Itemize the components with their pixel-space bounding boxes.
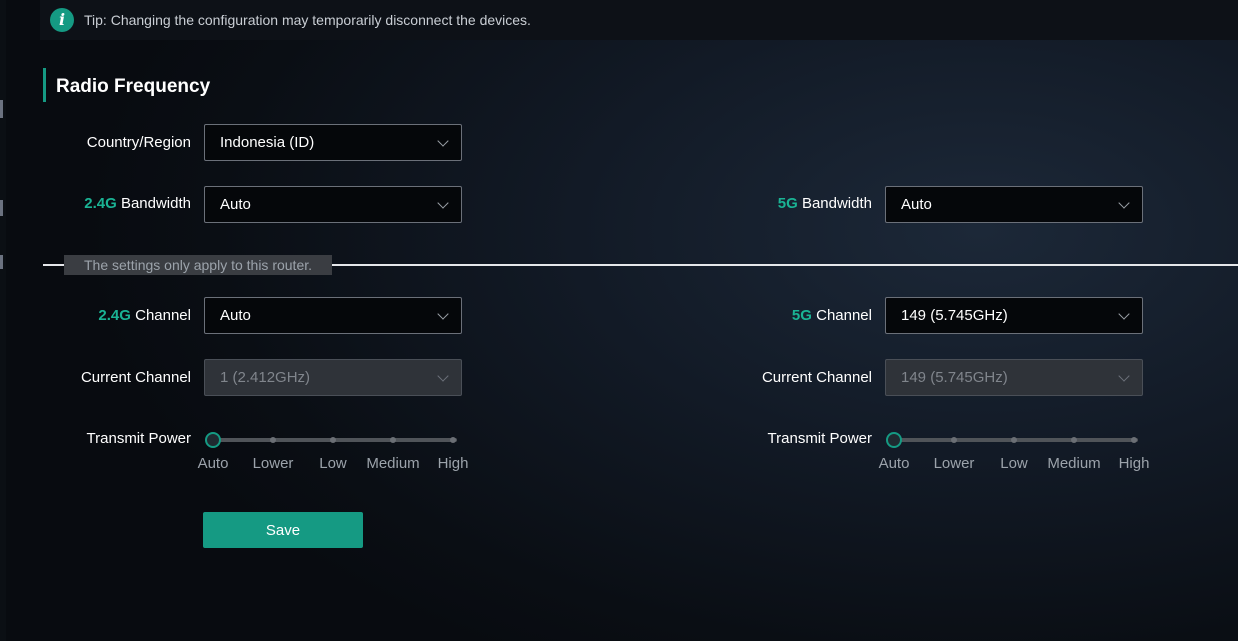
save-button[interactable]: Save (203, 512, 363, 548)
transmit-power-24g-slider[interactable]: Auto Lower Low Medium High (198, 428, 468, 472)
channel-5g-label: 5G Channel (791, 307, 872, 324)
slider-thumb[interactable] (886, 432, 902, 448)
slider-level-label: Lower (933, 455, 975, 472)
channel-24g-label: 2.4G Channel (98, 307, 191, 324)
slider-level-label: Low (319, 455, 347, 472)
slider-stop[interactable] (1011, 437, 1017, 443)
current-channel-24g-value: 1 (2.412GHz) (220, 369, 311, 386)
country-region-label: Country/Region (86, 134, 191, 151)
slider-level-label: Lower (252, 455, 294, 472)
current-channel-5g-select: 149 (5.745GHz) (885, 359, 1143, 396)
chevron-down-icon (437, 370, 449, 382)
chevron-down-icon (437, 135, 449, 147)
transmit-power-5g-label: Transmit Power (767, 430, 872, 447)
chevron-down-icon (437, 197, 449, 209)
tip-bar: i Tip: Changing the configuration may te… (40, 0, 1238, 40)
bandwidth-24g-value: Auto (220, 196, 251, 213)
tip-text: Tip: Changing the configuration may temp… (84, 12, 531, 28)
current-channel-5g-value: 149 (5.745GHz) (901, 369, 1008, 386)
current-channel-24g-label: Current Channel (80, 369, 191, 386)
bandwidth-5g-label: 5G Bandwidth (777, 195, 872, 212)
country-region-value: Indonesia (ID) (220, 134, 315, 151)
country-region-select[interactable]: Indonesia (ID) (204, 124, 462, 161)
current-channel-24g-select: 1 (2.412GHz) (204, 359, 462, 396)
slider-level-label: Auto (197, 455, 229, 472)
slider-level-label: Low (1000, 455, 1028, 472)
slider-level-label: Medium (1047, 455, 1101, 472)
section-title: Radio Frequency (43, 68, 210, 102)
info-icon: i (50, 8, 74, 32)
router-only-note: The settings only apply to this router. (64, 255, 333, 275)
bandwidth-5g-select[interactable]: Auto (885, 186, 1143, 223)
band-24g-tag: 2.4G (84, 195, 117, 212)
band-5g-tag: 5G (777, 195, 798, 212)
chevron-down-icon (1118, 308, 1130, 320)
channel-5g-value: 149 (5.745GHz) (901, 307, 1008, 324)
transmit-power-5g-slider[interactable]: Auto Lower Low Medium High (879, 428, 1149, 472)
slider-level-label: High (437, 455, 469, 472)
slider-stop[interactable] (1131, 437, 1137, 443)
slider-thumb[interactable] (205, 432, 221, 448)
channel-24g-select[interactable]: Auto (204, 297, 462, 334)
slider-level-label: High (1118, 455, 1150, 472)
chevron-down-icon (1118, 197, 1130, 209)
slider-stop[interactable] (450, 437, 456, 443)
bandwidth-24g-select[interactable]: Auto (204, 186, 462, 223)
slider-stop[interactable] (270, 437, 276, 443)
transmit-power-24g-label: Transmit Power (86, 430, 191, 447)
current-channel-5g-label: Current Channel (761, 369, 872, 386)
slider-stop[interactable] (330, 437, 336, 443)
slider-level-label: Auto (878, 455, 910, 472)
slider-stop[interactable] (390, 437, 396, 443)
channel-24g-value: Auto (220, 307, 251, 324)
sidebar-edge (0, 0, 6, 641)
bandwidth-24g-label: 2.4G Bandwidth (84, 195, 191, 212)
chevron-down-icon (1118, 370, 1130, 382)
slider-level-label: Medium (366, 455, 420, 472)
chevron-down-icon (437, 308, 449, 320)
channel-5g-select[interactable]: 149 (5.745GHz) (885, 297, 1143, 334)
bandwidth-5g-value: Auto (901, 196, 932, 213)
slider-stop[interactable] (1071, 437, 1077, 443)
slider-stop[interactable] (951, 437, 957, 443)
